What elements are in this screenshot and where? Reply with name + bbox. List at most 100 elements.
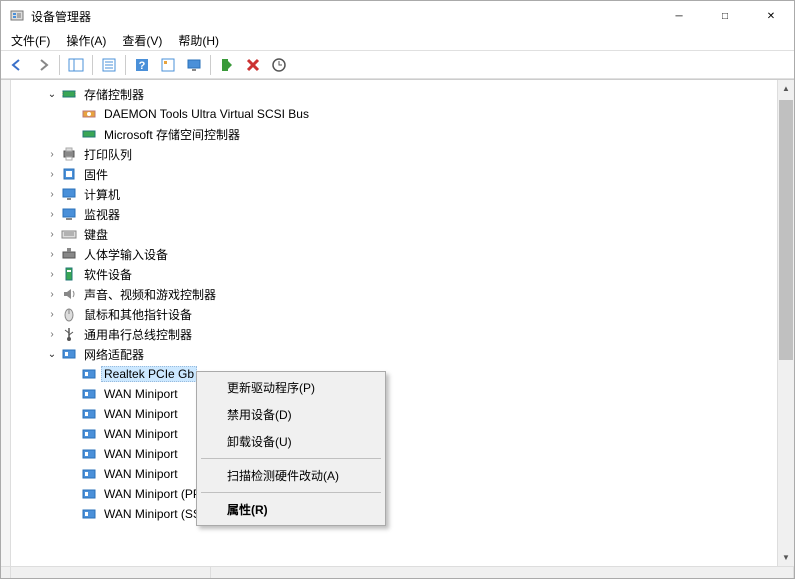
window-title: 设备管理器 bbox=[31, 8, 656, 25]
tree-device-realtek-pcie[interactable]: Realtek PCIe Gb bbox=[15, 364, 777, 384]
toolbar-back-button[interactable] bbox=[5, 53, 29, 77]
menubar: 文件(F) 操作(A) 查看(V) 帮助(H) bbox=[1, 31, 794, 51]
expander-closed-icon[interactable]: › bbox=[45, 287, 59, 301]
toolbar-properties-button[interactable] bbox=[97, 53, 121, 77]
expander-closed-icon[interactable]: › bbox=[45, 247, 59, 261]
tree-label: DAEMON Tools Ultra Virtual SCSI Bus bbox=[101, 106, 312, 122]
ctx-disable-device[interactable]: 禁用设备(D) bbox=[199, 401, 383, 428]
tree-category-mouse[interactable]: › 鼠标和其他指针设备 bbox=[15, 304, 777, 324]
toolbar-help-button[interactable]: ? bbox=[130, 53, 154, 77]
close-button[interactable]: ✕ bbox=[748, 1, 794, 31]
toolbar-scan-button[interactable] bbox=[267, 53, 291, 77]
tree-category-network-adapters[interactable]: ⌄ 网络适配器 bbox=[15, 344, 777, 364]
firmware-icon bbox=[61, 166, 77, 182]
toolbar-enable-button[interactable] bbox=[215, 53, 239, 77]
tree-label: 通用串行总线控制器 bbox=[81, 325, 195, 344]
tree-category-software-devices[interactable]: › 软件设备 bbox=[15, 264, 777, 284]
network-adapter-icon bbox=[81, 426, 97, 442]
tree-device-wan-miniport-sstp[interactable]: WAN Miniport (SSTP) bbox=[15, 504, 777, 524]
expander-closed-icon[interactable]: › bbox=[45, 307, 59, 321]
tree-category-keyboard[interactable]: › 键盘 bbox=[15, 224, 777, 244]
scroll-down-arrow-icon[interactable]: ▼ bbox=[778, 549, 794, 566]
toolbar-display-button[interactable] bbox=[182, 53, 206, 77]
toolbar-separator bbox=[92, 55, 93, 75]
ctx-separator bbox=[201, 492, 381, 493]
network-adapter-icon bbox=[81, 446, 97, 462]
ctx-uninstall-device[interactable]: 卸载设备(U) bbox=[199, 428, 383, 455]
usb-icon bbox=[61, 326, 77, 342]
tree-category-hid[interactable]: › 人体学输入设备 bbox=[15, 244, 777, 264]
tree-device-wan-miniport[interactable]: WAN Miniport bbox=[15, 384, 777, 404]
toolbar: ? bbox=[1, 51, 794, 79]
network-adapter-icon bbox=[81, 486, 97, 502]
device-manager-window: 设备管理器 ─ □ ✕ 文件(F) 操作(A) 查看(V) 帮助(H) ? bbox=[0, 0, 795, 579]
toolbar-toggle-button[interactable] bbox=[156, 53, 180, 77]
status-segment bbox=[1, 567, 11, 578]
expander-closed-icon[interactable]: › bbox=[45, 167, 59, 181]
vertical-scrollbar[interactable]: ▲ ▼ bbox=[777, 80, 794, 566]
toolbar-forward-button[interactable] bbox=[31, 53, 55, 77]
context-menu: 更新驱动程序(P) 禁用设备(D) 卸载设备(U) 扫描检测硬件改动(A) 属性… bbox=[196, 371, 386, 526]
storage-controller-icon bbox=[81, 126, 97, 142]
maximize-button[interactable]: □ bbox=[702, 1, 748, 31]
tree-category-monitor[interactable]: › 监视器 bbox=[15, 204, 777, 224]
tree-category-usb[interactable]: › 通用串行总线控制器 bbox=[15, 324, 777, 344]
tree-label: 计算机 bbox=[81, 185, 123, 204]
minimize-button[interactable]: ─ bbox=[656, 1, 702, 31]
status-segment bbox=[11, 567, 211, 578]
tree-device-daemon-tools[interactable]: DAEMON Tools Ultra Virtual SCSI Bus bbox=[15, 104, 777, 124]
tree-device-ms-storage[interactable]: Microsoft 存储空间控制器 bbox=[15, 124, 777, 144]
tree-category-audio[interactable]: › 声音、视频和游戏控制器 bbox=[15, 284, 777, 304]
left-margin bbox=[1, 80, 11, 566]
tree-device-wan-miniport[interactable]: WAN Miniport bbox=[15, 404, 777, 424]
tree-category-firmware[interactable]: › 固件 bbox=[15, 164, 777, 184]
expander-closed-icon[interactable]: › bbox=[45, 227, 59, 241]
network-adapter-icon bbox=[61, 346, 77, 362]
menu-file[interactable]: 文件(F) bbox=[3, 30, 58, 51]
toolbar-separator bbox=[125, 55, 126, 75]
network-adapter-icon bbox=[81, 386, 97, 402]
device-tree[interactable]: ⌄ 存储控制器 DAEMON Tools Ultra Virtual SCSI … bbox=[11, 80, 777, 566]
menu-view[interactable]: 查看(V) bbox=[114, 30, 170, 51]
scroll-up-arrow-icon[interactable]: ▲ bbox=[778, 80, 794, 97]
toolbar-separator bbox=[210, 55, 211, 75]
toolbar-uninstall-button[interactable] bbox=[241, 53, 265, 77]
monitor-icon bbox=[61, 206, 77, 222]
ctx-properties[interactable]: 属性(R) bbox=[199, 496, 383, 523]
expander-closed-icon[interactable]: › bbox=[45, 327, 59, 341]
tree-label: WAN Miniport bbox=[101, 466, 181, 482]
expander-closed-icon[interactable]: › bbox=[45, 267, 59, 281]
expander-open-icon[interactable]: ⌄ bbox=[45, 347, 59, 361]
network-adapter-icon bbox=[81, 506, 97, 522]
statusbar bbox=[1, 566, 794, 578]
tree-device-wan-miniport[interactable]: WAN Miniport bbox=[15, 444, 777, 464]
tree-category-computer[interactable]: › 计算机 bbox=[15, 184, 777, 204]
expander-closed-icon[interactable]: › bbox=[45, 147, 59, 161]
audio-icon bbox=[61, 286, 77, 302]
tree-label: 网络适配器 bbox=[81, 345, 147, 364]
expander-closed-icon[interactable]: › bbox=[45, 187, 59, 201]
tree-category-storage-controllers[interactable]: ⌄ 存储控制器 bbox=[15, 84, 777, 104]
expander-open-icon[interactable]: ⌄ bbox=[45, 87, 59, 101]
tree-device-wan-miniport[interactable]: WAN Miniport bbox=[15, 464, 777, 484]
toolbar-tree-pane-button[interactable] bbox=[64, 53, 88, 77]
tree-label: WAN Miniport bbox=[101, 386, 181, 402]
titlebar: 设备管理器 ─ □ ✕ bbox=[1, 1, 794, 31]
scsi-device-icon bbox=[81, 106, 97, 122]
tree-label: 人体学输入设备 bbox=[81, 245, 171, 264]
menu-help[interactable]: 帮助(H) bbox=[170, 30, 227, 51]
tree-label: WAN Miniport bbox=[101, 446, 181, 462]
ctx-update-driver[interactable]: 更新驱动程序(P) bbox=[199, 374, 383, 401]
ctx-scan-hardware[interactable]: 扫描检测硬件改动(A) bbox=[199, 462, 383, 489]
tree-label: 固件 bbox=[81, 165, 111, 184]
tree-device-wan-miniport[interactable]: WAN Miniport bbox=[15, 424, 777, 444]
window-controls: ─ □ ✕ bbox=[656, 1, 794, 31]
expander-closed-icon[interactable]: › bbox=[45, 207, 59, 221]
scrollbar-thumb[interactable] bbox=[779, 100, 793, 360]
tree-device-wan-miniport-pptp[interactable]: WAN Miniport (PPTP) bbox=[15, 484, 777, 504]
tree-label: WAN Miniport bbox=[101, 406, 181, 422]
tree-category-print-queue[interactable]: › 打印队列 bbox=[15, 144, 777, 164]
menu-action[interactable]: 操作(A) bbox=[58, 30, 114, 51]
tree-label: 声音、视频和游戏控制器 bbox=[81, 285, 219, 304]
tree-label: 软件设备 bbox=[81, 265, 135, 284]
